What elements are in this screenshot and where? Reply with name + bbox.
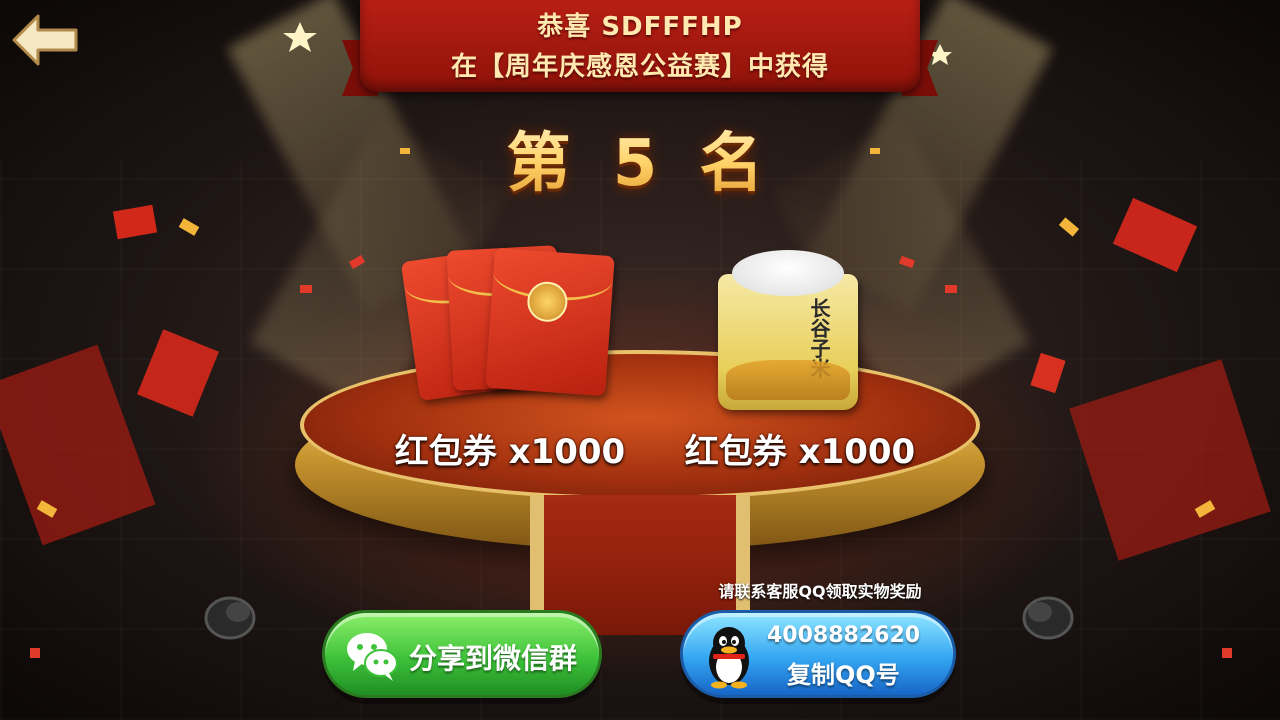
wechat-icon [347,633,398,681]
qq-penguin-icon [709,627,749,689]
copy-qq-label: 复制QQ号 [787,661,900,689]
prize-item: 长谷子米 红包券 x1000 [670,240,930,472]
rice-bag-icon: 长谷子米 [718,250,858,410]
result-banner: 恭喜 SDFFFHP 在【周年庆感恩公益赛】中获得 [342,0,938,100]
arrow-left-icon [12,14,78,66]
spotlight-lamp-icon [204,596,256,640]
prize-item: 红包券 x1000 [380,240,640,472]
share-wechat-button[interactable]: 分享到微信群 [322,610,602,698]
event-text: 在【周年庆感恩公益赛】中获得 [450,52,829,82]
result-screen: 恭喜 SDFFFHP 在【周年庆感恩公益赛】中获得 第 5 名 红包券 x100… [0,0,1280,720]
back-button[interactable] [10,12,80,68]
copy-qq-button[interactable]: 4008882620 复制QQ号 [680,610,956,698]
qq-contact-hint: 请联系客服QQ领取实物奖励 [718,582,922,601]
share-button-label: 分享到微信群 [409,642,578,675]
spotlight-lamp-icon [1022,596,1074,640]
rank-title: 第 5 名 [440,112,840,204]
prize-label: 红包券 x1000 [684,432,916,472]
prize-label: 红包券 x1000 [394,432,626,472]
red-envelope-icon [400,240,630,420]
qq-number-text: 4008882620 [767,623,921,648]
congrats-text: 恭喜 SDFFFHP [537,12,743,42]
